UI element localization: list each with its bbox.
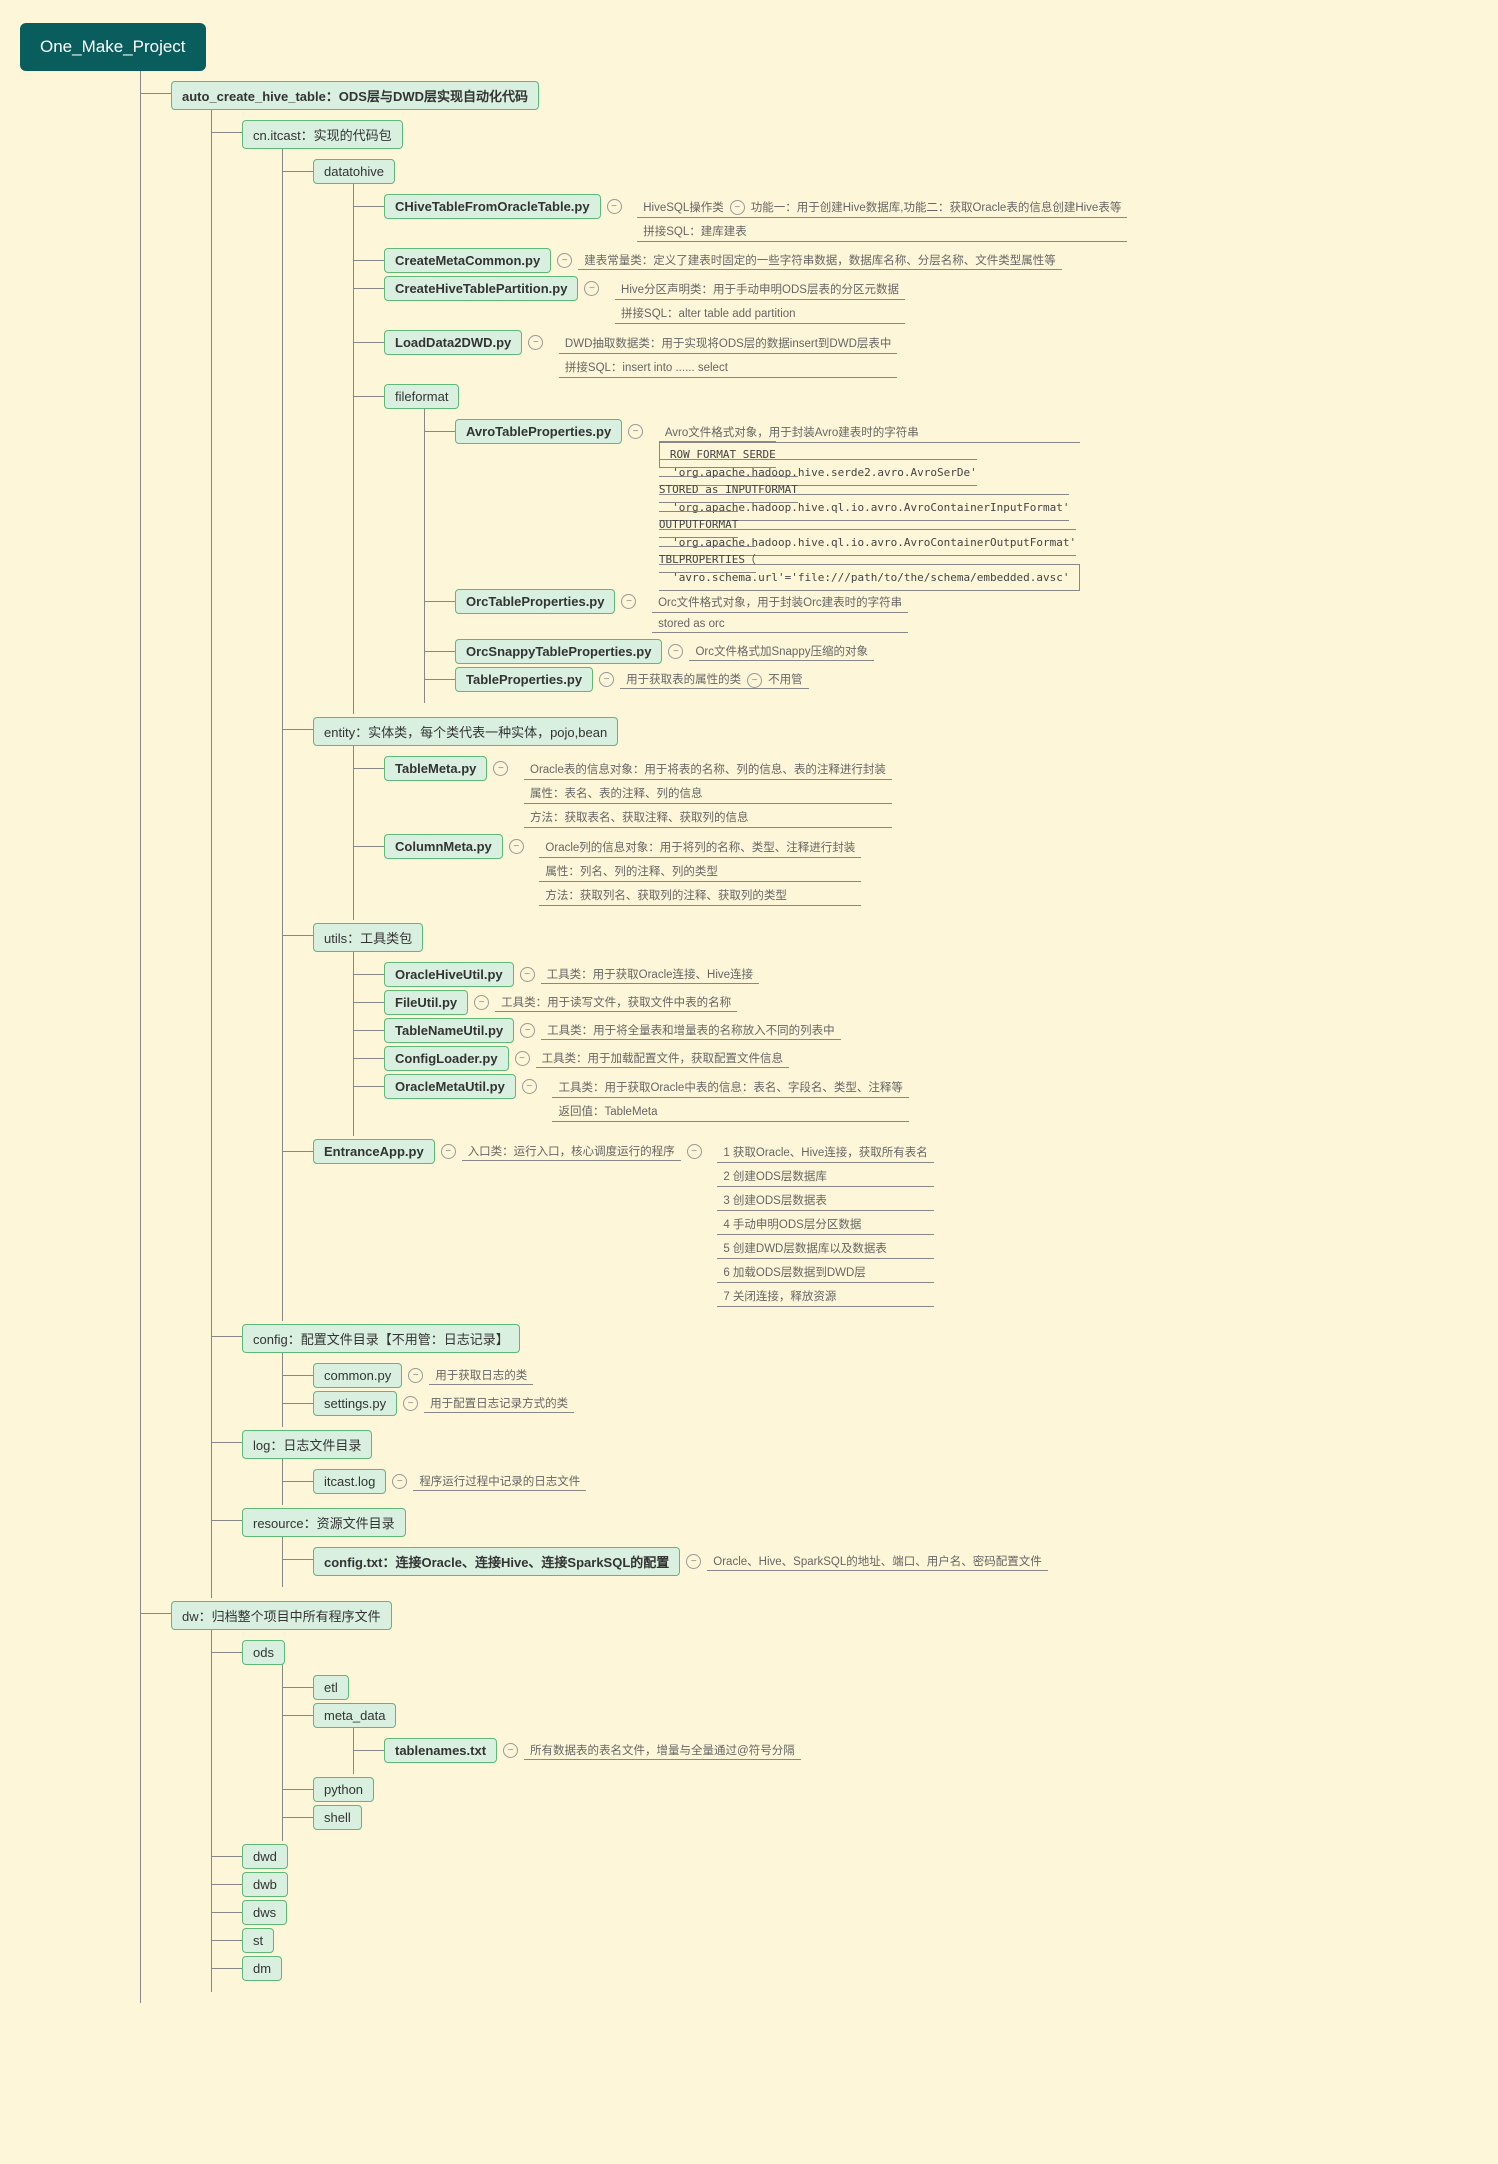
collapse-icon[interactable]: − (520, 967, 535, 982)
collapse-icon[interactable]: − (686, 1554, 701, 1569)
common-py[interactable]: common.py (313, 1363, 402, 1388)
dws-dir[interactable]: dws (242, 1900, 287, 1925)
collapse-icon[interactable]: − (509, 839, 524, 854)
oraclemetautil-py[interactable]: OracleMetaUtil.py (384, 1074, 516, 1099)
collapse-icon[interactable]: − (599, 672, 614, 687)
tableprop-py[interactable]: TableProperties.py (455, 667, 593, 692)
config-dir[interactable]: config：配置文件目录【不用管：日志记录】 (242, 1324, 520, 1353)
dwd-dir[interactable]: dwd (242, 1844, 288, 1869)
etl-dir[interactable]: etl (313, 1675, 349, 1700)
collapse-icon[interactable]: − (520, 1023, 535, 1038)
collapse-icon[interactable]: − (621, 594, 636, 609)
collapse-icon[interactable]: − (441, 1144, 456, 1159)
collapse-icon[interactable]: − (522, 1079, 537, 1094)
collapse-icon[interactable]: − (408, 1368, 423, 1383)
collapse-icon[interactable]: − (607, 199, 622, 214)
collapse-icon[interactable]: − (493, 761, 508, 776)
columnmeta-py[interactable]: ColumnMeta.py (384, 834, 503, 859)
collapse-icon[interactable]: − (474, 995, 489, 1010)
createmetacommon-py[interactable]: CreateMetaCommon.py (384, 248, 551, 273)
avro-py[interactable]: AvroTableProperties.py (455, 419, 622, 444)
orc-py[interactable]: OrcTableProperties.py (455, 589, 615, 614)
datatohive[interactable]: datatohive (313, 159, 395, 184)
cn-itcast[interactable]: cn.itcast：实现的代码包 (242, 120, 403, 149)
tablenameutil-py[interactable]: TableNameUtil.py (384, 1018, 514, 1043)
tablenames-txt[interactable]: tablenames.txt (384, 1738, 497, 1763)
collapse-icon[interactable]: − (747, 673, 762, 688)
collapse-icon[interactable]: − (503, 1743, 518, 1758)
auto-create-hive-table[interactable]: auto_create_hive_table：ODS层与DWD层实现自动化代码 (171, 81, 539, 110)
collapse-icon[interactable]: − (403, 1396, 418, 1411)
metadata-dir[interactable]: meta_data (313, 1703, 396, 1728)
fileutil-py[interactable]: FileUtil.py (384, 990, 468, 1015)
collapse-icon[interactable]: − (628, 424, 643, 439)
fileformat[interactable]: fileformat (384, 384, 459, 409)
collapse-icon[interactable]: − (515, 1051, 530, 1066)
loaddata2dwd-py[interactable]: LoadData2DWD.py (384, 330, 522, 355)
entity[interactable]: entity：实体类，每个类代表一种实体，pojo,bean (313, 717, 618, 746)
resource-dir[interactable]: resource：资源文件目录 (242, 1508, 406, 1537)
chive-py[interactable]: CHiveTableFromOracleTable.py (384, 194, 601, 219)
configloader-py[interactable]: ConfigLoader.py (384, 1046, 509, 1071)
orcsnappy-py[interactable]: OrcSnappyTableProperties.py (455, 639, 662, 664)
shell-dir[interactable]: shell (313, 1805, 362, 1830)
ods-dir[interactable]: ods (242, 1640, 285, 1665)
collapse-icon[interactable]: − (730, 200, 745, 215)
collapse-icon[interactable]: − (528, 335, 543, 350)
collapse-icon[interactable]: − (668, 644, 683, 659)
root-node[interactable]: One_Make_Project (20, 23, 206, 71)
settings-py[interactable]: settings.py (313, 1391, 397, 1416)
utils[interactable]: utils：工具类包 (313, 923, 423, 952)
oraclehiveutil-py[interactable]: OracleHiveUtil.py (384, 962, 514, 987)
tablemeta-py[interactable]: TableMeta.py (384, 756, 487, 781)
dwb-dir[interactable]: dwb (242, 1872, 288, 1897)
python-dir[interactable]: python (313, 1777, 374, 1802)
itcast-log[interactable]: itcast.log (313, 1469, 386, 1494)
log-dir[interactable]: log：日志文件目录 (242, 1430, 372, 1459)
collapse-icon[interactable]: − (687, 1144, 702, 1159)
collapse-icon[interactable]: − (392, 1474, 407, 1489)
createhivetablepartition-py[interactable]: CreateHiveTablePartition.py (384, 276, 578, 301)
dw-dir[interactable]: dw：归档整个项目中所有程序文件 (171, 1601, 392, 1630)
entranceapp-py[interactable]: EntranceApp.py (313, 1139, 435, 1164)
collapse-icon[interactable]: − (557, 253, 572, 268)
dm-dir[interactable]: dm (242, 1956, 282, 1981)
config-txt[interactable]: config.txt：连接Oracle、连接Hive、连接SparkSQL的配置 (313, 1547, 680, 1576)
st-dir[interactable]: st (242, 1928, 274, 1953)
collapse-icon[interactable]: − (584, 281, 599, 296)
